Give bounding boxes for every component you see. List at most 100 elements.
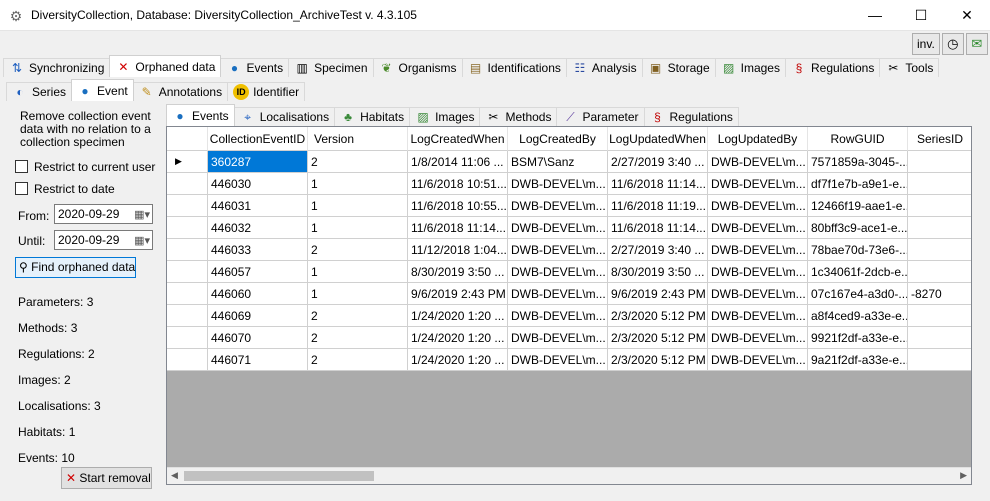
table-cell[interactable]: 446060 xyxy=(208,283,308,305)
table-cell[interactable]: BSM7\Sanz xyxy=(508,151,608,173)
table-cell[interactable]: -8270 xyxy=(908,283,971,305)
table-cell[interactable]: 2 xyxy=(308,151,408,173)
tab-event-images[interactable]: ▨ Images xyxy=(409,107,481,126)
table-cell[interactable]: DWB-DEVEL\m... xyxy=(508,305,608,327)
table-cell[interactable]: DWB-DEVEL\m... xyxy=(708,151,808,173)
table-cell[interactable]: DWB-DEVEL\m... xyxy=(708,283,808,305)
table-cell[interactable]: 9/6/2019 2:43 PM xyxy=(608,283,708,305)
table-cell[interactable]: DWB-DEVEL\m... xyxy=(708,195,808,217)
table-cell[interactable]: 446070 xyxy=(208,327,308,349)
table-cell[interactable] xyxy=(908,239,971,261)
scroll-left-icon[interactable]: ◀ xyxy=(171,470,178,481)
table-cell[interactable]: 446033 xyxy=(208,239,308,261)
table-cell[interactable] xyxy=(908,305,971,327)
row-header[interactable]: ▶ xyxy=(167,151,208,173)
table-cell[interactable]: 1/24/2020 1:20 ... xyxy=(408,305,508,327)
table-cell[interactable]: 2/27/2019 3:40 ... xyxy=(608,239,708,261)
tab-series[interactable]: ◐ Series xyxy=(6,82,73,101)
table-cell[interactable]: 9921f2df-a33e-e... xyxy=(808,327,908,349)
row-header[interactable] xyxy=(167,239,208,261)
table-cell[interactable]: 9a21f2df-a33e-e... xyxy=(808,349,908,371)
tab-parameter[interactable]: ⟋ Parameter xyxy=(556,107,645,126)
table-cell[interactable]: 9/6/2019 2:43 PM xyxy=(408,283,508,305)
table-cell[interactable]: a8f4ced9-a33e-e... xyxy=(808,305,908,327)
tab-storage[interactable]: ▣ Storage xyxy=(641,58,716,77)
column-header[interactable]: Version xyxy=(308,127,408,151)
row-header[interactable] xyxy=(167,305,208,327)
column-header[interactable]: SeriesID xyxy=(908,127,971,151)
table-cell[interactable]: DWB-DEVEL\m... xyxy=(508,261,608,283)
tab-event-regulations[interactable]: § Regulations xyxy=(643,107,739,126)
table-cell[interactable]: 1/24/2020 1:20 ... xyxy=(408,327,508,349)
table-cell[interactable]: 446030 xyxy=(208,173,308,195)
tab-methods[interactable]: ✂ Methods xyxy=(479,107,558,126)
row-header[interactable] xyxy=(167,349,208,371)
table-cell[interactable]: 1 xyxy=(308,283,408,305)
row-header[interactable] xyxy=(167,261,208,283)
row-header[interactable] xyxy=(167,195,208,217)
tab-identifications[interactable]: ▤ Identifications xyxy=(461,58,567,77)
column-header[interactable]: LogUpdatedWhen xyxy=(608,127,708,151)
calendar-dropdown-icon[interactable]: ▦▾ xyxy=(134,206,150,224)
horizontal-scrollbar[interactable]: ◀ ▶ xyxy=(167,467,971,484)
table-cell[interactable]: 12466f19-aae1-e... xyxy=(808,195,908,217)
table-cell[interactable]: 8/30/2019 3:50 ... xyxy=(608,261,708,283)
table-cell[interactable]: DWB-DEVEL\m... xyxy=(508,349,608,371)
scroll-thumb[interactable] xyxy=(184,471,374,481)
table-cell[interactable]: DWB-DEVEL\m... xyxy=(708,349,808,371)
table-cell[interactable]: DWB-DEVEL\m... xyxy=(708,173,808,195)
table-cell[interactable] xyxy=(908,195,971,217)
table-cell[interactable]: DWB-DEVEL\m... xyxy=(708,217,808,239)
table-cell[interactable]: 446069 xyxy=(208,305,308,327)
table-cell[interactable]: DWB-DEVEL\m... xyxy=(708,327,808,349)
table-cell[interactable]: 2 xyxy=(308,349,408,371)
tab-identifier[interactable]: ID Identifier xyxy=(227,82,306,101)
table-cell[interactable] xyxy=(908,349,971,371)
table-cell[interactable]: 2 xyxy=(308,305,408,327)
table-cell[interactable]: 1 xyxy=(308,173,408,195)
row-header[interactable] xyxy=(167,173,208,195)
table-cell[interactable]: 2/3/2020 5:12 PM xyxy=(608,305,708,327)
tab-orphaned-data[interactable]: ✕ Orphaned data xyxy=(109,55,222,77)
table-cell[interactable]: 7571859a-3045-... xyxy=(808,151,908,173)
table-cell[interactable]: 2 xyxy=(308,239,408,261)
table-cell[interactable]: DWB-DEVEL\m... xyxy=(508,195,608,217)
table-cell[interactable]: 2 xyxy=(308,327,408,349)
table-cell[interactable]: 8/30/2019 3:50 ... xyxy=(408,261,508,283)
clock-icon[interactable]: ◷ xyxy=(941,33,964,55)
column-header[interactable]: CollectionEventID xyxy=(208,127,308,151)
maximize-button[interactable]: ☐ xyxy=(898,0,944,31)
calendar-dropdown-icon[interactable]: ▦▾ xyxy=(134,232,150,250)
close-button[interactable]: ✕ xyxy=(944,0,990,31)
tab-tools[interactable]: ✂ Tools xyxy=(879,58,940,77)
table-cell[interactable]: 11/6/2018 10:55... xyxy=(408,195,508,217)
table-cell[interactable]: 446057 xyxy=(208,261,308,283)
row-header[interactable] xyxy=(167,327,208,349)
table-cell[interactable]: 2/3/2020 5:12 PM xyxy=(608,349,708,371)
from-date-picker[interactable]: 2020-09-29 ▦▾ xyxy=(54,204,153,224)
table-cell[interactable]: 360287 xyxy=(208,151,308,173)
table-cell[interactable]: 446032 xyxy=(208,217,308,239)
table-cell[interactable]: DWB-DEVEL\m... xyxy=(708,261,808,283)
find-orphaned-data-button[interactable]: ⚲ Find orphaned data xyxy=(15,257,136,278)
tab-events-table[interactable]: ● Events xyxy=(166,104,235,126)
tab-specimen[interactable]: ▥ Specimen xyxy=(288,58,374,77)
table-cell[interactable]: 11/6/2018 11:19... xyxy=(608,195,708,217)
table-cell[interactable]: DWB-DEVEL\m... xyxy=(508,283,608,305)
restrict-user-checkbox[interactable] xyxy=(15,160,28,173)
table-cell[interactable]: DWB-DEVEL\m... xyxy=(508,173,608,195)
table-cell[interactable] xyxy=(908,217,971,239)
table-cell[interactable]: 1 xyxy=(308,195,408,217)
scroll-right-icon[interactable]: ▶ xyxy=(960,470,967,481)
table-cell[interactable]: 11/6/2018 10:51... xyxy=(408,173,508,195)
column-header[interactable]: RowGUID xyxy=(808,127,908,151)
table-cell[interactable]: 78bae70d-73e6-... xyxy=(808,239,908,261)
table-cell[interactable]: 2/3/2020 5:12 PM xyxy=(608,327,708,349)
table-cell[interactable]: 2/27/2019 3:40 ... xyxy=(608,151,708,173)
table-cell[interactable]: 11/6/2018 11:14... xyxy=(608,217,708,239)
tab-analysis[interactable]: ☷ Analysis xyxy=(565,58,643,77)
table-cell[interactable]: DWB-DEVEL\m... xyxy=(508,327,608,349)
tab-localisations[interactable]: ⌖ Localisations xyxy=(233,107,336,126)
tab-annotations[interactable]: ✎ Annotations xyxy=(132,82,229,101)
table-cell[interactable]: 1 xyxy=(308,261,408,283)
